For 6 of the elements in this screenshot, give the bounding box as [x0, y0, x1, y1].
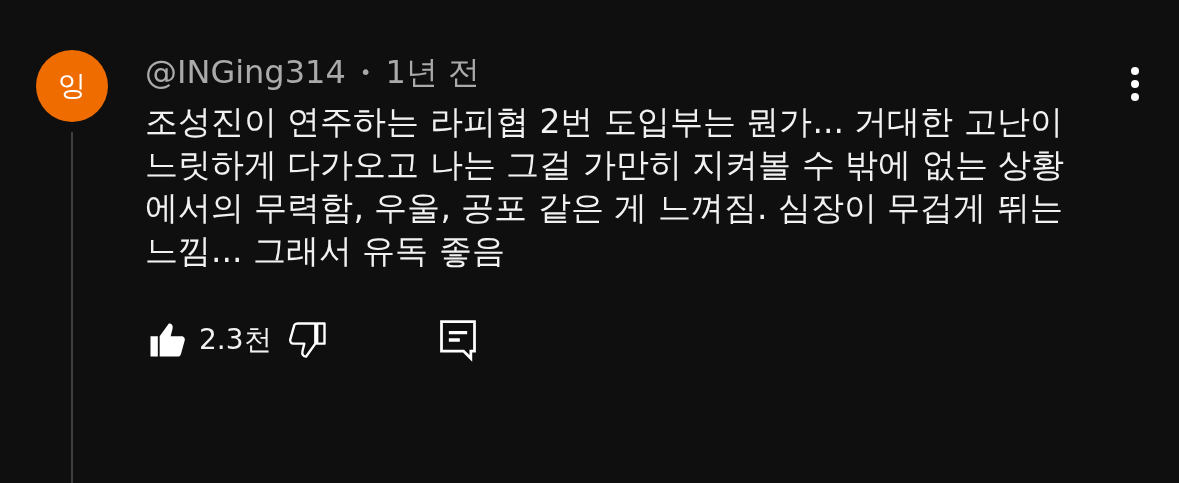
- comment-time[interactable]: 1년 전: [385, 52, 481, 92]
- more-menu-icon[interactable]: [1130, 66, 1140, 102]
- like-count: 2.3천: [199, 322, 272, 358]
- author-name[interactable]: @INGing314: [145, 52, 346, 92]
- comment-text: 조성진이 연주하는 라피협 2번 도입부는 뭔가... 거대한 고난이 느릿하게 다가오고 나는 그걸 가만히 지켜볼 수 밖에 없는 상황에서의 무력함, 우울, 공포 같은 게 느껴짐. 심장이 무겁게 뛰는 느낌... 그래서 유독 좋음: [145, 101, 1066, 272]
- separator-dot: •: [359, 59, 372, 86]
